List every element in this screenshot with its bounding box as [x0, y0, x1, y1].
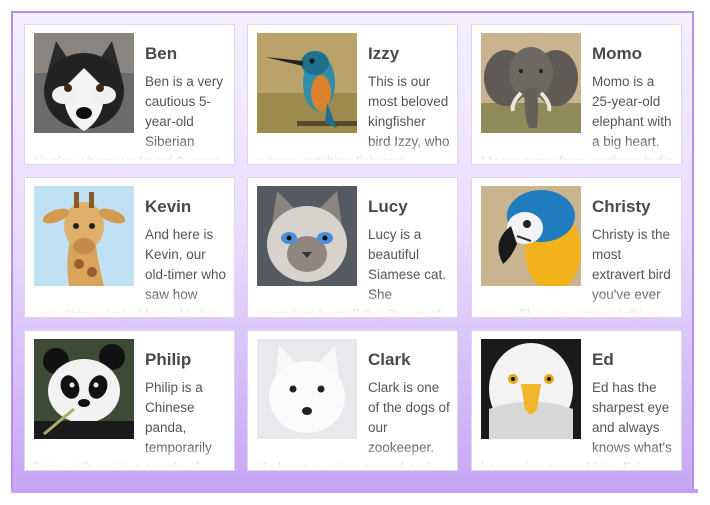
text-fade [472, 138, 681, 164]
animal-card-ben[interactable]: Ben Ben is a very cautious 5-year-old Si… [24, 24, 235, 165]
animal-name: Christy [592, 197, 651, 216]
animal-card-clark[interactable]: Clark Clark is one of the dogs of our zo… [247, 330, 458, 471]
gallery-frame-shadow [11, 489, 698, 493]
text-fade [25, 291, 234, 317]
animal-name: Philip [145, 350, 192, 369]
text-fade [472, 444, 681, 470]
animal-card-ed[interactable]: Ed Ed has the sharpest eye and always kn… [471, 330, 682, 471]
animal-card-momo[interactable]: Momo Momo is a 25-year-old elephant with… [471, 24, 682, 165]
animal-name: Kevin [145, 197, 192, 216]
animal-card-christy[interactable]: Christy Christy is the most extravert bi… [471, 177, 682, 318]
animal-card-lucy[interactable]: Lucy Lucy is a beautiful Siamese cat. Sh… [247, 177, 458, 318]
animal-card-kevin[interactable]: Kevin And here is Kevin, our old-timer w… [24, 177, 235, 318]
text-fade [472, 291, 681, 317]
animal-card-izzy[interactable]: Izzy This is our most beloved kingfisher… [247, 24, 458, 165]
animal-name: Clark [368, 350, 411, 369]
text-fade [25, 444, 234, 470]
animal-name: Momo [592, 44, 643, 63]
animal-card-philip[interactable]: Philip Philip is a Chinese panda, tempor… [24, 330, 235, 471]
text-fade [248, 444, 457, 470]
text-fade [248, 138, 457, 164]
animal-name: Izzy [368, 44, 400, 63]
animal-name: Ed [592, 350, 614, 369]
animal-name: Lucy [368, 197, 408, 216]
text-fade [25, 138, 234, 164]
animal-name: Ben [145, 44, 178, 63]
text-fade [248, 291, 457, 317]
